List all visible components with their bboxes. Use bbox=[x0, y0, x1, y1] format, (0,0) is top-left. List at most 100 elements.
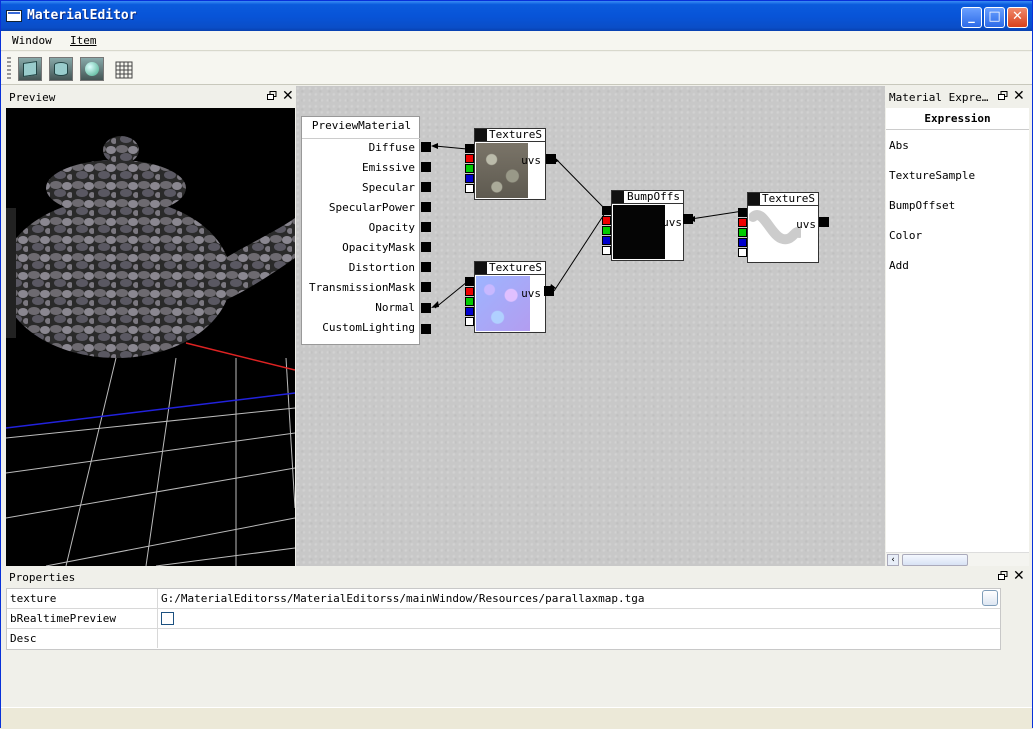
pin-b[interactable] bbox=[465, 174, 474, 183]
pin-b[interactable] bbox=[465, 307, 474, 316]
scroll-thumb[interactable] bbox=[902, 554, 968, 566]
texture-sample-node-3-header[interactable]: TextureS bbox=[747, 192, 819, 206]
input-transmission-mask: TransmissionMask bbox=[309, 281, 415, 294]
node-swatch bbox=[612, 191, 624, 203]
input-distortion: Distortion bbox=[348, 261, 415, 274]
scroll-left-icon[interactable]: ‹ bbox=[887, 554, 899, 566]
node-title: TextureS bbox=[762, 192, 815, 205]
output-label: uvs bbox=[521, 154, 541, 167]
pin-opacity[interactable] bbox=[421, 222, 431, 232]
expression-dock-title: Material Expre… bbox=[889, 91, 989, 104]
pin-b[interactable] bbox=[602, 236, 611, 245]
pin-emissive[interactable] bbox=[421, 162, 431, 172]
pin-g[interactable] bbox=[738, 228, 747, 237]
main-window: MaterialEditor _ □ ✕ Window Item Preview… bbox=[0, 0, 1033, 728]
table-row: Desc bbox=[7, 629, 1000, 649]
property-name: bRealtimePreview bbox=[10, 612, 116, 625]
bump-offset-node[interactable]: uvs bbox=[611, 203, 684, 261]
output-label: uvs bbox=[796, 218, 816, 231]
texture-sample-node-3[interactable]: uvs bbox=[747, 205, 819, 263]
properties-dock-header: Properties ✕ bbox=[6, 568, 1028, 586]
texture-sample-node-1[interactable]: uvs bbox=[474, 141, 546, 200]
pin-diffuse[interactable] bbox=[421, 142, 431, 152]
input-emissive: Emissive bbox=[362, 161, 415, 174]
input-opacity: Opacity bbox=[368, 221, 415, 234]
bump-offset-node-header[interactable]: BumpOffs bbox=[611, 190, 684, 204]
texture-sample-node-2-header[interactable]: TextureS bbox=[474, 261, 546, 275]
input-custom-lighting: CustomLighting bbox=[322, 321, 415, 334]
texture-path-field[interactable]: G:/MaterialEditorss/MaterialEditorss/mai… bbox=[157, 589, 1000, 608]
pin-r[interactable] bbox=[465, 287, 474, 296]
pin-uvs-out[interactable] bbox=[683, 214, 693, 224]
texture-sample-node-2[interactable]: uvs bbox=[474, 274, 546, 333]
texture-thumbnail-mask bbox=[749, 207, 801, 261]
pin-g[interactable] bbox=[602, 226, 611, 235]
input-opacity-mask: OpacityMask bbox=[342, 241, 415, 254]
table-row: texture G:/MaterialEditorss/MaterialEdit… bbox=[7, 589, 1000, 609]
pin-a[interactable] bbox=[465, 184, 474, 193]
pin-a[interactable] bbox=[465, 317, 474, 326]
pin-custom-lighting[interactable] bbox=[421, 324, 431, 334]
pin-a[interactable] bbox=[602, 246, 611, 255]
node-title: BumpOffs bbox=[627, 190, 680, 203]
close-icon[interactable]: ✕ bbox=[1013, 88, 1025, 104]
node-swatch bbox=[748, 193, 760, 205]
pin-r[interactable] bbox=[738, 218, 747, 227]
pin-specular-power[interactable] bbox=[421, 202, 431, 212]
node-title: TextureS bbox=[489, 128, 542, 141]
list-item-texture-sample[interactable]: TextureSample bbox=[889, 169, 975, 182]
pin-uv[interactable] bbox=[465, 277, 474, 286]
pin-uv[interactable] bbox=[465, 144, 474, 153]
desc-field[interactable] bbox=[157, 629, 1000, 648]
node-title: TextureS bbox=[489, 261, 542, 274]
input-diffuse: Diffuse bbox=[368, 141, 415, 154]
bump-offset-preview bbox=[613, 205, 665, 259]
properties-panel: Properties ✕ texture G:/MaterialEditorss… bbox=[6, 568, 1028, 706]
pin-a[interactable] bbox=[738, 248, 747, 257]
pin-opacity-mask[interactable] bbox=[421, 242, 431, 252]
properties-table: texture G:/MaterialEditorss/MaterialEdit… bbox=[6, 588, 1001, 650]
pin-specular[interactable] bbox=[421, 182, 431, 192]
pin-b[interactable] bbox=[738, 238, 747, 247]
node-swatch bbox=[475, 129, 487, 141]
input-specular: Specular bbox=[362, 181, 415, 194]
expression-list[interactable]: Expression Abs TextureSample BumpOffset … bbox=[886, 108, 1029, 566]
texture-path-value: G:/MaterialEditorss/MaterialEditorss/mai… bbox=[161, 592, 645, 605]
pin-g[interactable] bbox=[465, 297, 474, 306]
input-specular-power: SpecularPower bbox=[328, 201, 415, 214]
pin-normal[interactable] bbox=[421, 303, 431, 313]
float-icon[interactable] bbox=[998, 91, 1008, 101]
pin-input[interactable] bbox=[602, 206, 611, 215]
pin-uvs-out[interactable] bbox=[546, 154, 556, 164]
pin-r[interactable] bbox=[465, 154, 474, 163]
property-name: Desc bbox=[10, 632, 37, 645]
pin-uvs-out[interactable] bbox=[544, 286, 554, 296]
expression-header[interactable]: Expression bbox=[886, 108, 1029, 130]
list-item-bump-offset[interactable]: BumpOffset bbox=[889, 199, 955, 212]
texture-sample-node-1-header[interactable]: TextureS bbox=[474, 128, 546, 142]
browse-button[interactable] bbox=[982, 590, 998, 606]
properties-title: Properties bbox=[9, 571, 76, 584]
node-swatch bbox=[475, 262, 487, 274]
texture-thumbnail-stone bbox=[476, 143, 528, 198]
preview-material-title: PreviewMaterial bbox=[302, 119, 421, 139]
property-name: texture bbox=[10, 592, 57, 605]
pin-uv[interactable] bbox=[738, 208, 747, 217]
pin-transmission-mask[interactable] bbox=[421, 282, 431, 292]
list-item-color[interactable]: Color bbox=[889, 229, 922, 242]
realtime-preview-checkbox[interactable] bbox=[161, 612, 174, 625]
float-icon[interactable] bbox=[998, 571, 1008, 581]
list-item-add[interactable]: Add bbox=[889, 259, 909, 272]
pin-uvs-out[interactable] bbox=[819, 217, 829, 227]
table-row: bRealtimePreview bbox=[7, 609, 1000, 629]
output-label: uvs bbox=[662, 216, 682, 229]
list-item-abs[interactable]: Abs bbox=[889, 139, 909, 152]
pin-r[interactable] bbox=[602, 216, 611, 225]
pin-g[interactable] bbox=[465, 164, 474, 173]
output-label: uvs bbox=[521, 287, 541, 300]
input-normal: Normal bbox=[375, 301, 415, 314]
horizontal-scrollbar[interactable]: ‹ bbox=[886, 552, 1029, 566]
close-icon[interactable]: ✕ bbox=[1013, 568, 1025, 584]
status-bar bbox=[1, 707, 1032, 728]
pin-distortion[interactable] bbox=[421, 262, 431, 272]
